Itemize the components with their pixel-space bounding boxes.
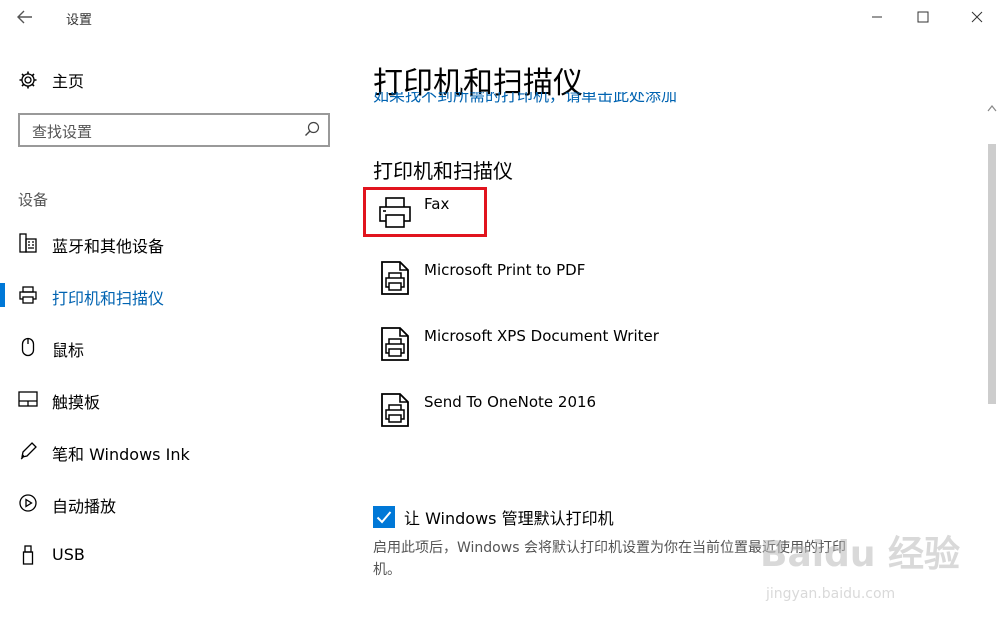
document-printer-icon — [381, 393, 409, 427]
autoplay-icon — [18, 493, 38, 513]
checkmark-icon — [376, 511, 392, 524]
active-indicator — [0, 283, 5, 307]
home-nav-item[interactable]: 主页 — [18, 68, 84, 92]
device-item-onenote[interactable]: Send To OneNote 2016 — [373, 385, 933, 435]
keyboard-icon — [18, 233, 38, 253]
sidebar-item-label: 触摸板 — [52, 393, 101, 412]
back-arrow-icon — [17, 10, 32, 24]
scroll-up-arrow-icon[interactable] — [987, 104, 997, 112]
sidebar-item-label: 鼠标 — [52, 341, 85, 360]
maximize-button[interactable] — [900, 0, 946, 34]
sidebar-item-printers[interactable]: 打印机和扫描仪 — [0, 275, 350, 315]
printer-icon — [18, 285, 38, 305]
device-name: Send To OneNote 2016 — [424, 393, 597, 411]
add-printer-link-text: 如果找不到所需的打印机，请单击此处添加 — [373, 92, 678, 105]
sidebar: 主页 查找设置 设备 蓝牙和其他设备 打印机和扫描仪 鼠标 触摸板 笔和 Win… — [0, 34, 350, 631]
document-printer-icon — [381, 327, 409, 361]
usb-icon — [18, 545, 38, 565]
home-label: 主页 — [52, 72, 85, 91]
search-placeholder: 查找设置 — [32, 123, 93, 141]
close-icon — [971, 11, 983, 23]
gear-icon — [19, 71, 37, 89]
mouse-icon — [18, 337, 38, 357]
device-name: Microsoft Print to PDF — [424, 261, 586, 279]
title-bar: 设置 — [0, 0, 1000, 34]
pen-icon — [18, 441, 38, 461]
document-printer-icon — [381, 261, 409, 295]
device-name: Microsoft XPS Document Writer — [424, 327, 659, 345]
sidebar-item-label: 笔和 Windows Ink — [52, 445, 190, 464]
section-title-devices: 设备 — [18, 191, 49, 209]
sidebar-item-usb[interactable]: USB — [0, 535, 350, 575]
search-input[interactable]: 查找设置 — [18, 113, 330, 147]
minimize-icon — [872, 16, 882, 18]
scroll-thumb[interactable] — [988, 144, 996, 404]
sidebar-item-label: USB — [52, 545, 85, 564]
device-item-print-to-pdf[interactable]: Microsoft Print to PDF — [373, 253, 933, 303]
touchpad-icon — [18, 389, 38, 409]
sidebar-item-mouse[interactable]: 鼠标 — [0, 327, 350, 367]
sidebar-item-touchpad[interactable]: 触摸板 — [0, 379, 350, 419]
section-subtitle: 打印机和扫描仪 — [373, 159, 513, 183]
minimize-button[interactable] — [854, 0, 900, 34]
sidebar-item-autoplay[interactable]: 自动播放 — [0, 483, 350, 523]
default-printer-label: 让 Windows 管理默认打印机 — [404, 509, 614, 528]
sidebar-item-label: 打印机和扫描仪 — [52, 289, 165, 308]
watermark-url: jingyan.baidu.com — [766, 586, 896, 602]
default-printer-toggle-row: 让 Windows 管理默认打印机 — [373, 505, 614, 529]
sidebar-item-label: 自动播放 — [52, 497, 117, 516]
maximize-icon — [917, 11, 929, 23]
default-printer-checkbox[interactable] — [373, 506, 395, 528]
scrollbar[interactable] — [984, 34, 1000, 631]
sidebar-item-label: 蓝牙和其他设备 — [52, 237, 165, 256]
search-icon[interactable] — [304, 121, 320, 137]
sidebar-item-pen[interactable]: 笔和 Windows Ink — [0, 431, 350, 471]
add-printer-link[interactable]: 如果找不到所需的打印机，请单击此处添加 — [373, 92, 973, 105]
sidebar-item-bluetooth[interactable]: 蓝牙和其他设备 — [0, 223, 350, 263]
close-button[interactable] — [954, 0, 1000, 34]
highlight-box — [363, 187, 487, 237]
back-button[interactable] — [10, 4, 40, 30]
app-title: 设置 — [66, 13, 93, 28]
device-item-xps-writer[interactable]: Microsoft XPS Document Writer — [373, 319, 933, 369]
default-printer-description: 启用此项后，Windows 会将默认打印机设置为你在当前位置最近使用的打印机。 — [373, 540, 846, 578]
